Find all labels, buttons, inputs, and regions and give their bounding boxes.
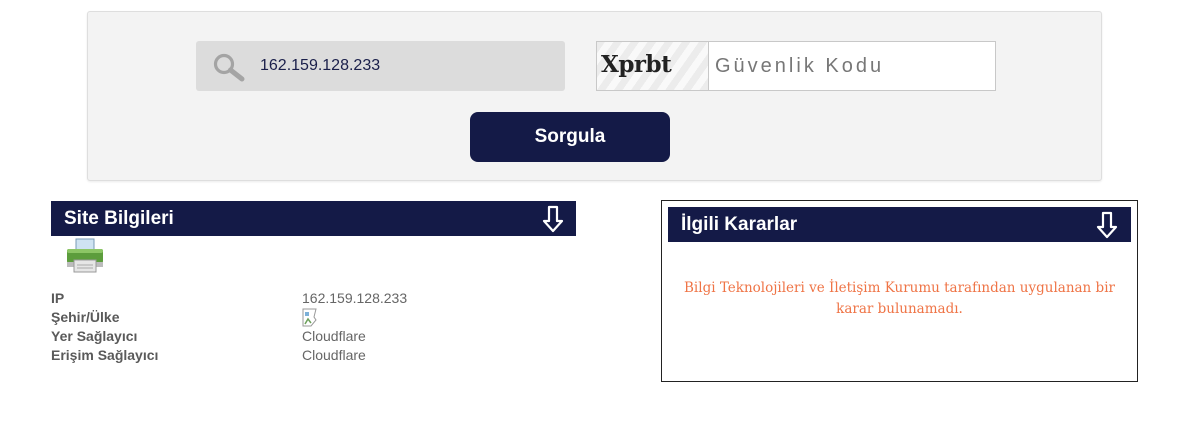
- hosting-provider-value: Cloudflare: [302, 328, 366, 344]
- no-decision-message: Bilgi Teknolojileri ve İletişim Kurumu t…: [672, 278, 1127, 320]
- ip-value: 162.159.128.233: [302, 290, 408, 306]
- security-code-input[interactable]: [708, 41, 996, 91]
- printer-icon[interactable]: [65, 238, 105, 274]
- ip-search-box[interactable]: [196, 41, 565, 91]
- query-button[interactable]: Sorgula: [470, 112, 670, 162]
- site-info-labels: IP Şehir/Ülke Yer Sağlayıcı Erişim Sağla…: [51, 289, 158, 365]
- site-info-title: Site Bilgileri: [64, 208, 174, 229]
- access-provider-value: Cloudflare: [302, 347, 366, 363]
- related-decisions-header: İlgili Kararlar: [668, 207, 1131, 242]
- ip-label: IP: [51, 290, 65, 306]
- no-decision-line-1: Bilgi Teknolojileri ve İletişim Kurumu t…: [684, 280, 1115, 296]
- broken-flag-image-icon: [302, 308, 317, 327]
- related-decisions-panel: İlgili Kararlar Bilgi Teknolojileri ve İ…: [661, 200, 1138, 382]
- arrow-down-icon[interactable]: [542, 205, 564, 233]
- site-info-header: Site Bilgileri: [51, 201, 576, 236]
- city-country-value: [302, 308, 407, 327]
- hosting-provider-label: Yer Sağlayıcı: [51, 328, 138, 344]
- captcha-text: Xprbt: [601, 51, 672, 78]
- query-panel: Xprbt Sorgula: [87, 11, 1102, 181]
- ip-input[interactable]: [260, 41, 550, 91]
- related-decisions-title: İlgili Kararlar: [681, 214, 798, 235]
- captcha-image: Xprbt: [596, 41, 708, 91]
- search-icon: [213, 53, 245, 82]
- city-country-label: Şehir/Ülke: [51, 309, 120, 325]
- arrow-down-icon[interactable]: [1096, 211, 1118, 239]
- no-decision-line-2: karar bulunamadı.: [836, 301, 963, 317]
- access-provider-label: Erişim Sağlayıcı: [51, 347, 159, 363]
- site-info-values: 162.159.128.233 Cloudflare Cloudflare: [302, 289, 407, 365]
